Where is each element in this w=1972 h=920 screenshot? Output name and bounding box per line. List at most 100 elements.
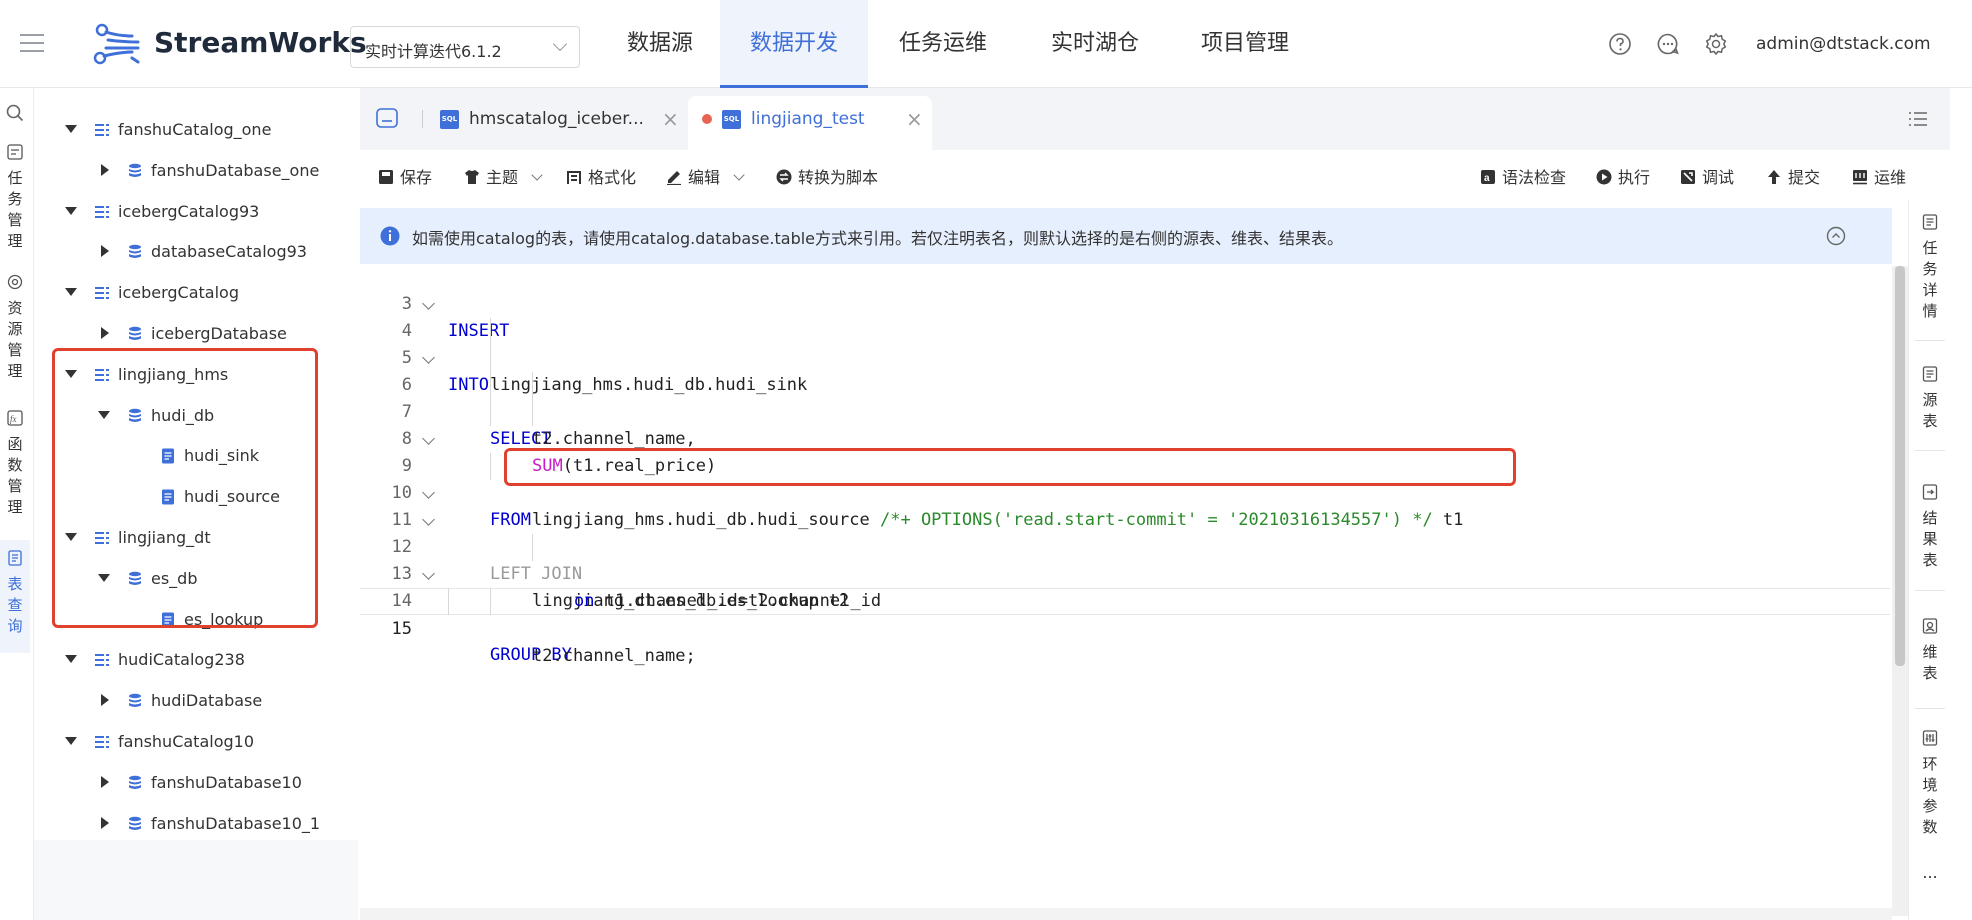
- gear-icon[interactable]: [1704, 32, 1728, 56]
- save-button[interactable]: 保存: [378, 164, 432, 188]
- user-email[interactable]: admin@dtstack.com: [1756, 34, 1931, 54]
- arrow-up-icon: [1768, 170, 1780, 184]
- list-icon[interactable]: [1908, 110, 1928, 128]
- nav-data-dev[interactable]: 数据开发: [720, 0, 868, 88]
- help-icon[interactable]: [1608, 32, 1632, 56]
- code-line-6: 6 SELECT: [360, 345, 1890, 449]
- sql-editor[interactable]: 3 INSERT 4 INTO 5 lingjiang_hms.hudi_db.…: [360, 264, 1892, 914]
- close-icon[interactable]: ×: [662, 96, 679, 142]
- syntax-check-label: 语法检查: [1502, 168, 1567, 187]
- more-icon[interactable]: ...: [1909, 862, 1951, 883]
- nav-datasource[interactable]: 数据源: [600, 0, 720, 88]
- menu-icon[interactable]: [20, 34, 44, 54]
- fold-chevron-icon[interactable]: [422, 297, 435, 310]
- editor-tab-bar: SQL hmscatalog_iceber... × SQL lingjiang_t…: [360, 88, 1950, 150]
- rp-dim-table-label: 维表: [1922, 643, 1938, 682]
- tab-hmscatalog[interactable]: SQL hmscatalog_iceber... ×: [440, 96, 680, 150]
- tab-hmscatalog-label: hmscatalog_iceber...: [469, 109, 644, 129]
- caret-right-icon[interactable]: [101, 816, 109, 829]
- rail-function-mgmt[interactable]: fx 函数管理: [0, 410, 30, 518]
- nav-project-mgmt[interactable]: 项目管理: [1180, 0, 1310, 88]
- message-icon[interactable]: [1656, 32, 1680, 56]
- caret-right-icon[interactable]: [101, 163, 109, 176]
- tree-item-label: fanshuCatalog_one: [118, 120, 272, 139]
- rp-env-params[interactable]: 环境参数: [1909, 730, 1951, 838]
- top-bar: StreamWorks 实时计算迭代6.1.2 数据源 数据开发 任务运维 实时…: [0, 0, 1972, 88]
- fold-chevron-icon[interactable]: [422, 513, 435, 526]
- rail-task-mgmt-label: 任务管理: [7, 169, 23, 250]
- fold-chevron-icon[interactable]: [422, 486, 435, 499]
- caret-down-icon[interactable]: [65, 737, 77, 745]
- tab-lingjiang-test[interactable]: SQL lingjiang_test ×: [688, 96, 932, 150]
- svg-text:fx: fx: [10, 414, 17, 424]
- ops-button[interactable]: 运维: [1852, 164, 1906, 188]
- close-icon[interactable]: ×: [906, 96, 923, 142]
- syntax-check-button[interactable]: a 语法检查: [1480, 164, 1566, 188]
- catalog-icon: [95, 124, 109, 136]
- rail-resource-mgmt-label: 资源管理: [7, 299, 23, 380]
- rp-result-table[interactable]: 结果表: [1909, 484, 1951, 571]
- rp-task-details[interactable]: 任务详情: [1909, 214, 1951, 322]
- rail-table-query[interactable]: 表查询: [0, 540, 30, 653]
- to-script-button[interactable]: 转换为脚本: [776, 164, 878, 188]
- rp-source-table[interactable]: 源表: [1909, 366, 1951, 432]
- format-button[interactable]: 格式化: [566, 164, 636, 188]
- database-icon: [129, 245, 141, 259]
- version-select[interactable]: 实时计算迭代6.1.2: [350, 26, 580, 68]
- code-line-13: 13 on t1.channel_id=t2.channel_id: [360, 534, 1890, 611]
- search-icon[interactable]: [6, 104, 24, 122]
- indent-guide: [490, 453, 491, 480]
- play-icon: [1596, 169, 1612, 185]
- convert-icon: [776, 169, 792, 185]
- sql-icon: SQL: [440, 109, 459, 129]
- home-icon[interactable]: [376, 108, 398, 128]
- run-button[interactable]: 执行: [1596, 164, 1650, 188]
- code-line-3: 3 INSERT: [360, 264, 1890, 341]
- syntax-check-icon: a: [1481, 170, 1495, 184]
- submit-button[interactable]: 提交: [1766, 164, 1820, 188]
- tab-divider: [422, 110, 423, 128]
- caret-down-icon[interactable]: [65, 288, 77, 297]
- fold-chevron-icon[interactable]: [422, 567, 435, 580]
- indent-guide: [532, 534, 533, 561]
- rail-task-mgmt[interactable]: 任务管理: [0, 144, 30, 252]
- edit-button[interactable]: 编辑: [666, 164, 745, 188]
- editor-toolbar: 保存 主题 格式化 编辑 转换为脚本 a 语法检查 执行 调试 提交 运维: [360, 150, 1950, 202]
- caret-right-icon[interactable]: [101, 327, 109, 339]
- separator: [1915, 340, 1945, 341]
- catalog-icon: [95, 736, 109, 748]
- edit-label: 编辑: [688, 168, 721, 187]
- collapse-icon[interactable]: [1826, 226, 1846, 246]
- debug-button[interactable]: 调试: [1680, 164, 1734, 188]
- version-select-value: 实时计算迭代6.1.2: [365, 42, 502, 61]
- caret-right-icon[interactable]: [101, 775, 109, 788]
- rail-table-query-label: 表查询: [7, 575, 23, 635]
- caret-right-icon[interactable]: [101, 694, 109, 707]
- caret-right-icon[interactable]: [101, 245, 109, 258]
- horizontal-scrollbar[interactable]: [360, 908, 1892, 920]
- rail-resource-mgmt[interactable]: 资源管理: [0, 274, 30, 382]
- code-line-8: 8 SUM(t1.real_price): [360, 399, 1890, 476]
- chevron-down-icon: [733, 169, 745, 181]
- caret-down-icon[interactable]: [65, 125, 77, 133]
- shirt-icon: [465, 170, 479, 184]
- theme-button[interactable]: 主题: [464, 164, 543, 188]
- scrollbar-thumb[interactable]: [1895, 266, 1905, 666]
- info-icon: [380, 226, 400, 246]
- nav-lakehouse[interactable]: 实时湖仓: [1030, 0, 1160, 88]
- chevron-down-icon: [531, 169, 543, 181]
- format-icon: [567, 171, 581, 184]
- database-icon: [129, 693, 141, 708]
- function-icon: fx: [7, 410, 23, 426]
- rp-dim-table[interactable]: 维表: [1909, 618, 1951, 684]
- tree-item-label: icebergCatalog93: [118, 201, 260, 221]
- fold-chevron-icon[interactable]: [422, 351, 435, 364]
- editor-scrollbar[interactable]: [1892, 266, 1908, 916]
- caret-down-icon[interactable]: [65, 206, 77, 215]
- code-line-15-active: 15 t2.channel_name;: [360, 588, 1890, 666]
- nav-task-ops[interactable]: 任务运维: [878, 0, 1008, 88]
- fold-chevron-icon[interactable]: [422, 432, 435, 445]
- caret-down-icon[interactable]: [65, 655, 77, 664]
- run-label: 执行: [1618, 168, 1651, 187]
- tree-item-label: fanshuCatalog10: [118, 732, 254, 751]
